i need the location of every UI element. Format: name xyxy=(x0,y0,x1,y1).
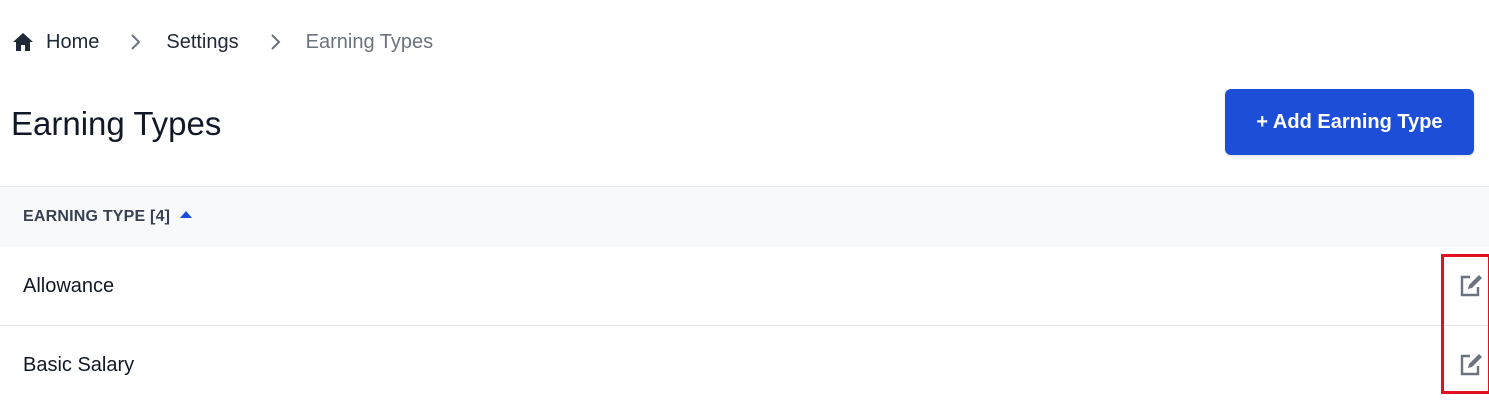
table-row: Basic Salary xyxy=(0,326,1489,404)
page-title: Earning Types xyxy=(11,105,222,142)
caret-up-icon[interactable] xyxy=(180,210,193,218)
breadcrumb: Home Settings Earning Types xyxy=(12,28,433,56)
chevron-right-icon xyxy=(129,34,143,50)
breadcrumb-home-label: Home xyxy=(46,30,100,53)
breadcrumb-settings[interactable]: Settings xyxy=(166,31,238,54)
page: Home Settings Earning Types Earning Type… xyxy=(0,0,1489,404)
column-header-earning-type[interactable]: EARNING TYPE [4] xyxy=(23,208,170,226)
breadcrumb-current: Earning Types xyxy=(305,30,434,53)
chevron-right-icon xyxy=(269,34,283,50)
home-icon xyxy=(12,31,34,53)
row-label: Basic Salary xyxy=(23,353,135,376)
edit-icon[interactable] xyxy=(1458,352,1484,378)
table-row: Allowance xyxy=(0,247,1489,326)
row-label: Allowance xyxy=(23,274,115,297)
add-earning-type-button[interactable]: + Add Earning Type xyxy=(1225,89,1474,155)
edit-icon[interactable] xyxy=(1458,273,1484,299)
breadcrumb-home[interactable]: Home xyxy=(12,31,99,54)
earning-types-table: EARNING TYPE [4] Allowance Basic Salary xyxy=(0,186,1489,404)
table-header: EARNING TYPE [4] xyxy=(0,186,1489,247)
